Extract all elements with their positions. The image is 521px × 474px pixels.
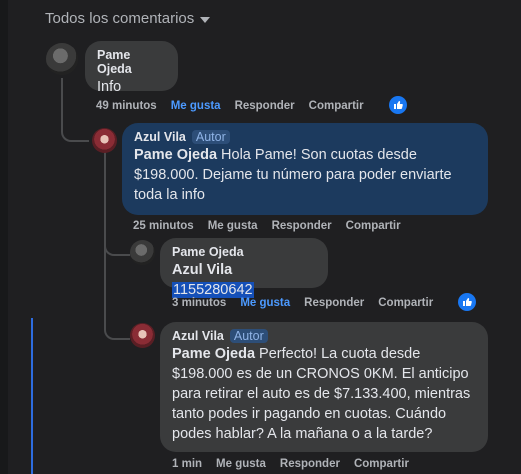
- thumbs-up-icon[interactable]: [458, 293, 476, 311]
- comment-author[interactable]: Pame Ojeda: [172, 245, 244, 259]
- reply-button[interactable]: Responder: [280, 458, 340, 470]
- comment-text-line: para retirar el auto es de $7.133.400, m…: [172, 386, 471, 402]
- comment-bubble: Azul Vila Autor Pame Ojeda Perfecto! La c…: [160, 322, 488, 452]
- comment-text-line: $198.000 es de un CRONOS 0KM. El anticip…: [172, 366, 469, 382]
- avatar[interactable]: [130, 240, 155, 265]
- comment-text-line: $198.000. Dejame tu número para poder en…: [134, 167, 452, 183]
- like-button[interactable]: Me gusta: [216, 458, 266, 470]
- active-thread-indicator: [31, 318, 33, 474]
- share-button[interactable]: Compartir: [346, 220, 401, 232]
- comments-filter-label: Todos los comentarios: [45, 10, 195, 27]
- share-button[interactable]: Compartir: [354, 458, 409, 470]
- comment-text-line: Perfecto! La cuota desde: [259, 346, 421, 362]
- reply-button[interactable]: Responder: [235, 100, 295, 112]
- thread-line: [104, 152, 106, 282]
- comment-bubble: Azul Vila Autor Pame Ojeda Hola Pame! Son…: [122, 123, 488, 215]
- avatar[interactable]: [46, 43, 78, 75]
- mention[interactable]: Pame Ojeda: [134, 147, 217, 163]
- share-button[interactable]: Compartir: [309, 100, 364, 112]
- thumbs-up-icon[interactable]: [389, 96, 407, 114]
- comment-time[interactable]: 1 min: [172, 458, 202, 470]
- left-edge: [0, 0, 8, 474]
- comment-time[interactable]: 49 minutos: [96, 100, 157, 112]
- comment-author[interactable]: Pame Ojeda: [97, 48, 166, 76]
- comment-author[interactable]: Azul Vila: [172, 329, 224, 343]
- comment-text-line: toda la info: [134, 187, 205, 203]
- comment-time[interactable]: 3 minutos: [172, 297, 226, 309]
- comment-text-line: Hola Pame! Son cuotas desde: [221, 147, 417, 163]
- mention[interactable]: Pame Ojeda: [172, 346, 255, 362]
- avatar[interactable]: [130, 323, 155, 348]
- highlighted-phone[interactable]: 1155280642: [172, 282, 254, 298]
- like-button[interactable]: Me gusta: [171, 100, 221, 112]
- thread-connector: [104, 282, 130, 340]
- caret-down-icon: [200, 16, 211, 23]
- like-button[interactable]: Me gusta: [208, 220, 258, 232]
- comment-actions: 49 minutos Me gusta Responder Compartir: [96, 100, 364, 112]
- author-badge: Autor: [191, 130, 230, 144]
- thread-connector: [104, 232, 130, 256]
- comment-author[interactable]: Azul Vila: [134, 130, 186, 144]
- comments-filter[interactable]: Todos los comentarios: [45, 10, 211, 27]
- comment-text: Pame Ojeda Hola Pame! Son cuotas desde $…: [134, 145, 476, 205]
- share-button[interactable]: Compartir: [378, 297, 433, 309]
- comment-text: Azul Vila 1155280642: [172, 260, 316, 300]
- like-button[interactable]: Me gusta: [240, 297, 290, 309]
- reply-button[interactable]: Responder: [272, 220, 332, 232]
- comment-text-line: podes hablar? A la mañana o a la tarde?: [172, 426, 433, 442]
- author-badge: Autor: [229, 329, 268, 343]
- comment-actions: 25 minutos Me gusta Responder Compartir: [133, 220, 401, 232]
- comment-actions: 1 min Me gusta Responder Compartir: [172, 458, 409, 470]
- avatar[interactable]: [92, 128, 117, 153]
- comment-text: Info: [97, 79, 122, 95]
- comment-bubble: Pame Ojeda Info: [85, 41, 178, 95]
- comment-text-line: tanto podes ir pagando en cuotas. Cuándo: [172, 406, 447, 422]
- comment-time[interactable]: 25 minutos: [133, 220, 194, 232]
- comment-text: Pame Ojeda Perfecto! La cuota desde $198…: [172, 344, 476, 444]
- thread-connector: [61, 100, 89, 142]
- reply-button[interactable]: Responder: [304, 297, 364, 309]
- mention[interactable]: Azul Vila: [172, 262, 232, 278]
- comment-bubble: Pame Ojeda Azul Vila 1155280642: [160, 238, 328, 298]
- comment-actions: 3 minutos Me gusta Responder Compartir: [172, 297, 433, 309]
